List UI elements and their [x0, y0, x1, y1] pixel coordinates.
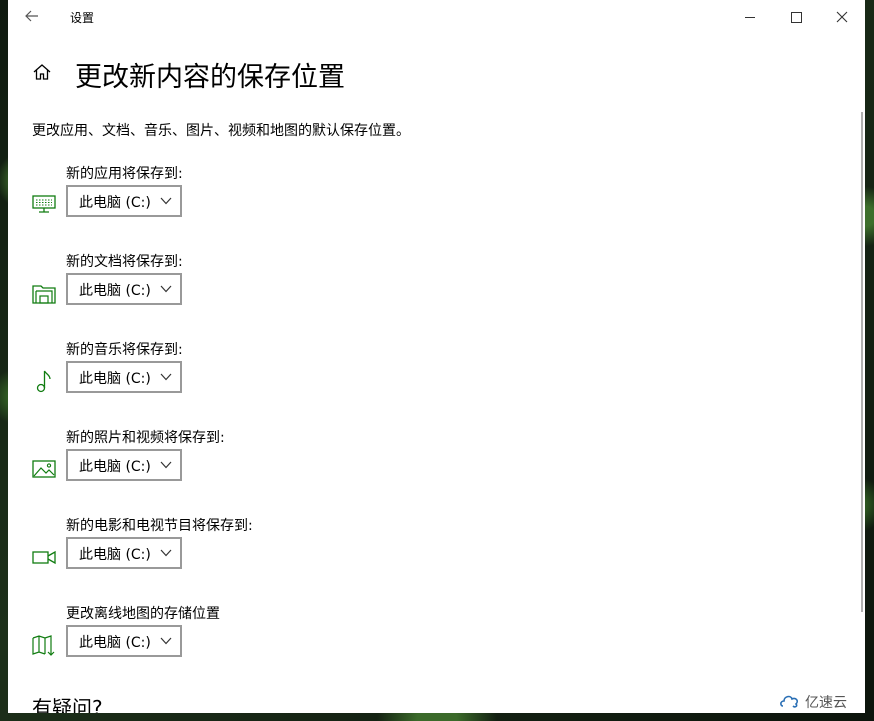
watermark-logo: 亿速云: [779, 689, 874, 715]
setting-photos-videos: 新的照片和视频将保存到: 此电脑 (C:): [8, 427, 408, 507]
chevron-down-icon: [160, 461, 172, 469]
monitor-icon: [32, 195, 56, 213]
setting-label: 更改离线地图的存储位置: [66, 606, 220, 622]
documents-icon: [32, 285, 56, 304]
chevron-down-icon: [160, 285, 172, 293]
watermark-text: 亿速云: [805, 695, 847, 711]
setting-label: 新的音乐将保存到:: [66, 342, 183, 358]
close-icon: [836, 11, 848, 23]
setting-label: 新的应用将保存到:: [66, 166, 183, 182]
page-title: 更改新内容的保存位置: [75, 62, 345, 93]
close-button[interactable]: [819, 0, 865, 34]
chevron-down-icon: [160, 373, 172, 381]
window-title: 设置: [70, 11, 95, 25]
setting-label: 新的文档将保存到:: [66, 254, 183, 270]
settings-window: 设置 更改新内容的保存位置 更改应用、文档、音乐、图片、视频和地图的默认保存位置…: [8, 0, 865, 713]
setting-apps: 新的应用将保存到: 此电脑 (C:): [8, 163, 408, 243]
back-arrow-icon: [25, 10, 38, 22]
setting-offline-maps: 更改离线地图的存储位置 此电脑 (C:): [8, 603, 408, 683]
title-bar: 设置: [8, 0, 865, 34]
video-camera-icon: [32, 550, 56, 565]
home-icon[interactable]: [32, 62, 52, 82]
music-note-icon: [36, 370, 51, 393]
minimize-icon: [745, 16, 755, 18]
setting-documents: 新的文档将保存到: 此电脑 (C:): [8, 251, 408, 331]
dropdown-value: 此电脑 (C:): [79, 371, 151, 387]
chevron-down-icon: [160, 197, 172, 205]
setting-label: 新的照片和视频将保存到:: [66, 430, 225, 446]
minimize-button[interactable]: [727, 0, 773, 34]
movies-location-dropdown[interactable]: 此电脑 (C:): [66, 537, 182, 569]
music-location-dropdown[interactable]: 此电脑 (C:): [66, 361, 182, 393]
chevron-down-icon: [160, 549, 172, 557]
dropdown-value: 此电脑 (C:): [79, 635, 151, 651]
back-button[interactable]: [22, 8, 42, 26]
dropdown-value: 此电脑 (C:): [79, 283, 151, 299]
map-icon: [32, 635, 55, 656]
dropdown-value: 此电脑 (C:): [79, 195, 151, 211]
maximize-icon: [790, 11, 802, 23]
setting-movies-tv: 新的电影和电视节目将保存到: 此电脑 (C:): [8, 515, 408, 595]
help-heading: 有疑问?: [32, 696, 103, 713]
maps-location-dropdown[interactable]: 此电脑 (C:): [66, 625, 182, 657]
setting-music: 新的音乐将保存到: 此电脑 (C:): [8, 339, 408, 419]
setting-label: 新的电影和电视节目将保存到:: [66, 518, 253, 534]
page-description: 更改应用、文档、音乐、图片、视频和地图的默认保存位置。: [32, 123, 410, 139]
vertical-scrollbar[interactable]: [861, 112, 863, 612]
photos-location-dropdown[interactable]: 此电脑 (C:): [66, 449, 182, 481]
apps-location-dropdown[interactable]: 此电脑 (C:): [66, 185, 182, 217]
documents-location-dropdown[interactable]: 此电脑 (C:): [66, 273, 182, 305]
picture-icon: [32, 460, 56, 478]
chevron-down-icon: [160, 637, 172, 645]
maximize-button[interactable]: [773, 0, 819, 34]
cloud-logo-icon: [780, 695, 799, 708]
dropdown-value: 此电脑 (C:): [79, 459, 151, 475]
dropdown-value: 此电脑 (C:): [79, 547, 151, 563]
